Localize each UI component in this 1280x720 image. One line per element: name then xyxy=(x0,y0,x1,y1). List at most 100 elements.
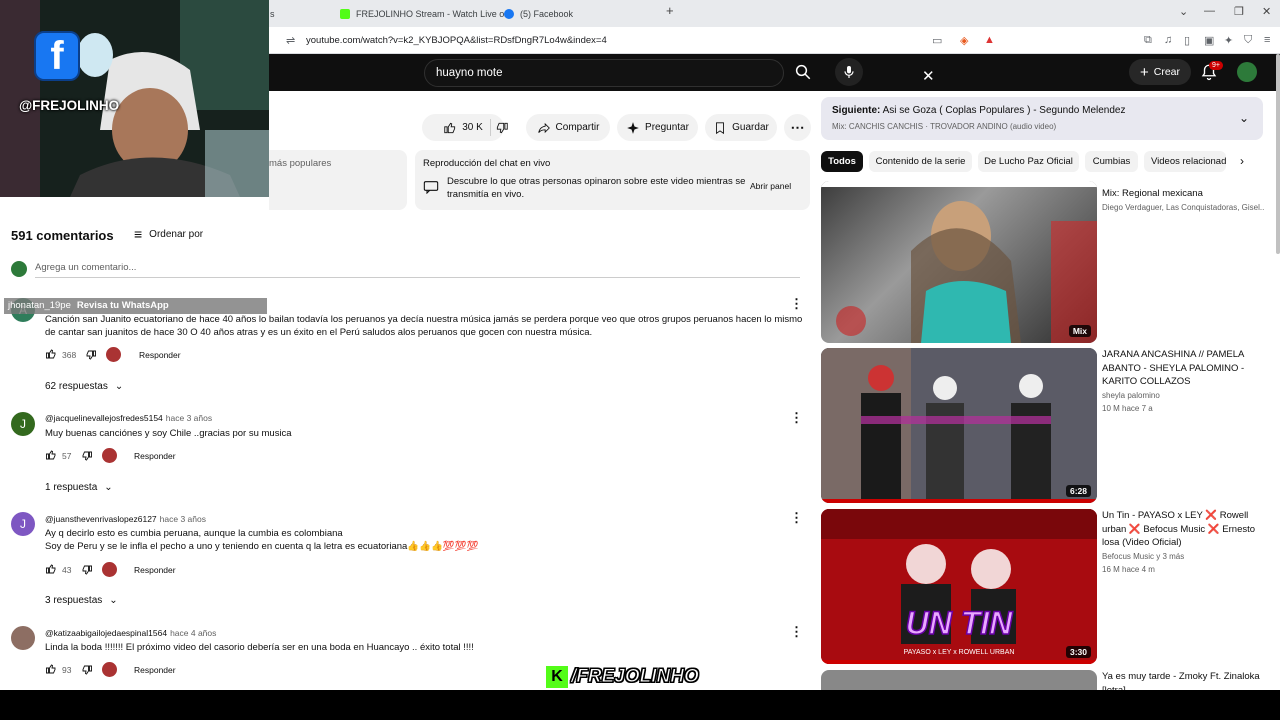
video-title[interactable]: Mix: Regional mexicana xyxy=(1102,187,1264,201)
maximize-icon[interactable]: ❐ xyxy=(1234,5,1244,18)
video-title[interactable]: Ya es muy tarde - Zmoky Ft. Zinaloka [le… xyxy=(1102,670,1264,690)
comment-more-icon[interactable]: ⋮ xyxy=(790,624,803,640)
voice-search-button[interactable] xyxy=(835,58,863,86)
comment-username: @katizaabigailojedaespinal1564 xyxy=(45,628,168,638)
video-thumbnail[interactable]: 6:28 xyxy=(821,348,1097,503)
video-thumbnail[interactable]: Mix xyxy=(821,181,1097,343)
comment-like-count: 57 xyxy=(62,451,72,461)
save-button[interactable]: Guardar xyxy=(705,114,777,141)
view-replies-button[interactable]: 62 respuestas ⌄ xyxy=(45,381,123,392)
video-thumbnail[interactable] xyxy=(821,670,1097,690)
tab-previous[interactable]: s xyxy=(270,3,275,25)
comment-text: Ay q decirlo esto es cumbia peruana, aun… xyxy=(45,528,479,552)
extensions-icon[interactable]: ⧉ xyxy=(1144,34,1152,47)
chip-cumbias[interactable]: Cumbias xyxy=(1085,151,1138,172)
thumbs-up-icon[interactable] xyxy=(45,449,57,461)
close-window-icon[interactable]: ✕ xyxy=(1262,5,1271,18)
up-next-video-title: Asi se Goza ( Coplas Populares ) - Segun… xyxy=(882,105,1126,116)
thumbs-down-icon[interactable] xyxy=(85,349,97,361)
thumbs-up-icon[interactable] xyxy=(45,563,57,575)
sidebar-icon[interactable]: ▯ xyxy=(1184,34,1190,47)
more-actions-button[interactable]: ⋯ xyxy=(784,114,811,141)
comment-text: Muy buenas canciónes y soy Chile ..graci… xyxy=(45,428,292,439)
clear-search-icon[interactable]: ✕ xyxy=(922,69,935,84)
bookmark-icon xyxy=(716,121,725,134)
rewards-icon[interactable]: ▲ xyxy=(984,34,995,46)
more-horizontal-icon: ⋯ xyxy=(790,119,805,135)
thumbs-up-icon[interactable] xyxy=(45,348,57,360)
chip-all[interactable]: Todos xyxy=(821,151,863,172)
dislike-button[interactable] xyxy=(489,114,515,141)
comment-like-count: 43 xyxy=(62,565,72,575)
reply-button[interactable]: Responder xyxy=(139,350,181,360)
tab-kick-stream[interactable]: FREJOLINHO Stream - Watch Live on xyxy=(340,3,509,25)
thumbs-down-icon[interactable] xyxy=(81,564,93,576)
comment-username: @jacquelinevallejosfredes5154 xyxy=(45,413,163,423)
comment-avatar[interactable] xyxy=(11,626,35,650)
comment-time: hace 4 años xyxy=(170,628,217,638)
chip-label: Videos relacionados xyxy=(1151,156,1226,167)
chevron-down-icon[interactable]: ⌄ xyxy=(1239,111,1249,125)
reply-button[interactable]: Responder xyxy=(134,665,176,675)
vpn-icon[interactable]: ⛉ xyxy=(1244,34,1252,47)
view-replies-button[interactable]: 3 respuestas ⌄ xyxy=(45,595,118,606)
share-button[interactable]: Compartir xyxy=(526,114,610,141)
brave-shield-icon[interactable]: ◈ xyxy=(960,34,968,47)
description-card[interactable]: más populares xyxy=(269,150,407,210)
video-thumbnail[interactable]: UN TIN PAYASO x LEY x ROWELL URBAN 3:30 xyxy=(821,509,1097,664)
comment-author[interactable]: @juansthevenrivaslopez6127 hace 3 años xyxy=(45,514,206,524)
chip-channel[interactable]: De Lucho Paz Oficial xyxy=(978,151,1079,172)
video-channel[interactable]: Diego Verdaguer, Las Conquistadoras, Gis… xyxy=(1102,201,1264,215)
music-icon[interactable]: ♫ xyxy=(1164,34,1172,46)
comment-actions: 57 Responder xyxy=(45,448,245,463)
thumbs-down-icon[interactable] xyxy=(81,450,93,462)
search-input[interactable]: huayno mote xyxy=(436,67,503,79)
search-icon[interactable] xyxy=(794,63,812,81)
tab-facebook[interactable]: (5) Facebook xyxy=(504,3,573,25)
wallet-icon[interactable]: ▣ xyxy=(1204,34,1214,47)
scrollbar[interactable] xyxy=(1276,54,1280,254)
account-avatar[interactable] xyxy=(1237,62,1257,82)
notification-count-badge: 9+ xyxy=(1209,61,1223,70)
chat-icon xyxy=(423,181,439,194)
video-channel[interactable]: Befocus Music y 3 más xyxy=(1102,550,1264,564)
reply-button[interactable]: Responder xyxy=(134,451,176,461)
comment-avatar[interactable]: J xyxy=(11,512,35,536)
tab-search-chevron-icon[interactable]: ⌄ xyxy=(1179,5,1188,18)
comment-more-icon[interactable]: ⋮ xyxy=(790,410,803,426)
search-box[interactable]: huayno mote ✕ xyxy=(424,59,935,87)
site-info-icon[interactable]: ⇌ xyxy=(286,34,295,47)
menu-icon[interactable]: ≡ xyxy=(1264,34,1270,46)
comment-more-icon[interactable]: ⋮ xyxy=(790,510,803,526)
video-channel[interactable]: sheyla palomino xyxy=(1102,389,1264,403)
comment-avatar[interactable]: J xyxy=(11,412,35,436)
creator-heart-icon xyxy=(102,662,117,677)
up-next-title: Siguiente: Asi se Goza ( Coplas Populare… xyxy=(832,105,1125,116)
ask-button[interactable]: Preguntar xyxy=(617,114,698,141)
open-chat-panel-button[interactable]: Abrir panel xyxy=(750,181,791,191)
comment-more-icon[interactable]: ⋮ xyxy=(790,296,803,312)
new-tab-icon[interactable]: + xyxy=(666,3,674,18)
reply-button[interactable]: Responder xyxy=(134,565,176,575)
create-button[interactable]: + Crear xyxy=(1129,59,1191,85)
minimize-icon[interactable]: — xyxy=(1204,5,1215,17)
cast-icon[interactable]: ▭ xyxy=(932,34,942,47)
comment-actions: 43 Responder xyxy=(45,562,245,577)
chip-related[interactable]: Videos relacionados xyxy=(1144,151,1226,172)
sort-comments-button[interactable]: ≡ Ordenar por xyxy=(134,226,203,242)
up-next-subtitle: Mix: CANCHIS CANCHIS · TROVADOR ANDINO (… xyxy=(832,122,1057,131)
comment-author[interactable]: @jacquelinevallejosfredes5154 hace 3 años xyxy=(45,413,212,423)
up-next-playlist-bar[interactable]: Siguiente: Asi se Goza ( Coplas Populare… xyxy=(821,97,1263,140)
url-field[interactable]: youtube.com/watch?v=k2_KYBJOPQA&list=RDs… xyxy=(306,35,607,46)
chevron-right-icon[interactable]: › xyxy=(1240,154,1244,168)
add-comment-input[interactable]: Agrega un comentario... xyxy=(35,262,136,273)
comment-author[interactable]: @katizaabigailojedaespinal1564 hace 4 año… xyxy=(45,628,216,638)
microphone-icon xyxy=(844,66,854,78)
thumbs-down-icon[interactable] xyxy=(81,664,93,676)
view-replies-button[interactable]: 1 respuesta ⌄ xyxy=(45,482,113,493)
chip-series-content[interactable]: Contenido de la serie xyxy=(869,151,972,172)
ai-icon[interactable]: ✦ xyxy=(1224,34,1233,47)
video-title[interactable]: Un Tin - PAYASO x LEY ❌ Rowell urban ❌ B… xyxy=(1102,509,1264,550)
video-title[interactable]: JARANA ANCASHINA // PAMELA ABANTO - SHEY… xyxy=(1102,348,1264,389)
thumbs-up-icon[interactable] xyxy=(45,663,57,675)
